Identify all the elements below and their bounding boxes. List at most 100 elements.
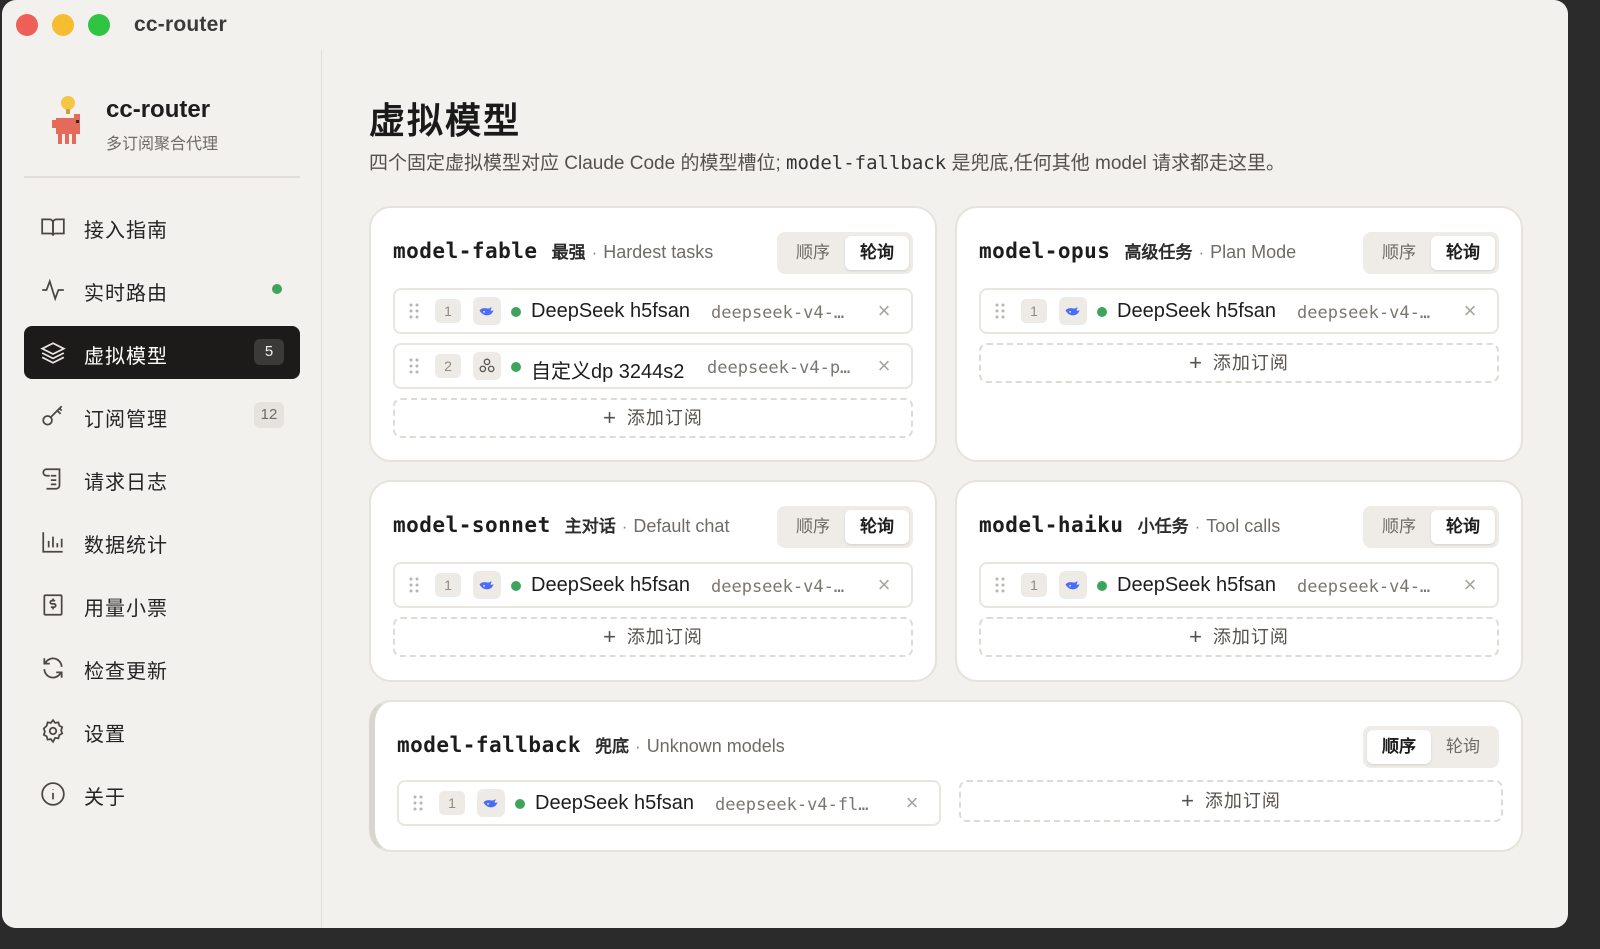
mode-round-robin-button[interactable]: 轮询 — [1431, 730, 1495, 764]
sidebar-item-label: 检查更新 — [84, 661, 168, 683]
drag-handle-icon[interactable] — [409, 302, 419, 320]
add-subscription-label: 添加订阅 — [1204, 791, 1281, 811]
description-text: 四个固定虚拟模型对应 Claude Code 的模型槽位; — [369, 153, 781, 174]
add-subscription-label: 添加订阅 — [626, 408, 703, 428]
model-card-haiku: model-haiku 小任务 · Tool calls 顺序 轮询 1 Dee… — [955, 480, 1523, 682]
page-description: 四个固定虚拟模型对应 Claude Code 的模型槽位; model-fall… — [369, 148, 1285, 175]
add-subscription-button[interactable]: + 添加订阅 — [393, 398, 913, 438]
add-subscription-label: 添加订阅 — [1212, 353, 1289, 373]
minimize-window-button[interactable] — [52, 14, 74, 36]
sidebar-item-live-routing[interactable]: 实时路由 — [24, 263, 300, 316]
mode-toggle: 顺序 轮询 — [1363, 726, 1499, 768]
status-dot — [515, 799, 525, 809]
model-tag: 小任务 — [1137, 517, 1189, 536]
plus-icon: + — [603, 405, 617, 430]
drag-handle-icon[interactable] — [413, 794, 423, 812]
remove-subscription-button[interactable]: × — [873, 355, 895, 377]
sidebar-item-label: 用量小票 — [84, 598, 168, 620]
subscription-model: deepseek-v4-… — [711, 577, 845, 597]
mode-round-robin-button[interactable]: 轮询 — [845, 510, 909, 544]
drag-handle-icon[interactable] — [409, 357, 419, 375]
brand-name: cc-router — [106, 96, 211, 123]
model-description: Hardest tasks — [603, 242, 714, 262]
card-header: model-fable 最强 · Hardest tasks — [393, 238, 713, 263]
key-icon — [42, 405, 63, 426]
subscription-model: deepseek-v4-… — [711, 303, 845, 323]
subscription-model: deepseek-v4-fl… — [715, 795, 869, 815]
mode-order-button[interactable]: 顺序 — [781, 510, 845, 544]
mode-round-robin-button[interactable]: 轮询 — [1431, 510, 1495, 544]
remove-subscription-button[interactable]: × — [1459, 300, 1481, 322]
sidebar-item-usage-receipt[interactable]: 用量小票 — [24, 578, 300, 631]
whale-icon — [479, 306, 494, 316]
model-tag: 最强 — [551, 243, 586, 262]
whale-icon — [1065, 306, 1080, 316]
page-title: 虚拟模型 — [369, 100, 522, 141]
provider-badge — [473, 297, 501, 325]
sidebar-item-about[interactable]: 关于 — [24, 767, 300, 820]
add-subscription-label: 添加订阅 — [626, 627, 703, 647]
add-subscription-button[interactable]: + 添加订阅 — [979, 617, 1499, 657]
mode-round-robin-button[interactable]: 轮询 — [845, 236, 909, 270]
separator: · — [591, 243, 598, 262]
card-header: model-sonnet 主对话 · Default chat — [393, 512, 729, 537]
mode-order-button[interactable]: 顺序 — [1367, 236, 1431, 270]
remove-subscription-button[interactable]: × — [873, 300, 895, 322]
main-content: 虚拟模型 四个固定虚拟模型对应 Claude Code 的模型槽位; model… — [323, 50, 1568, 928]
mode-order-button[interactable]: 顺序 — [1367, 730, 1431, 764]
subscription-name: DeepSeek h5fsan — [531, 574, 691, 596]
subscription-row[interactable]: 1 DeepSeek h5fsan deepseek-v4-… × — [393, 562, 913, 608]
provider-badge — [1059, 571, 1087, 599]
drag-handle-icon[interactable] — [995, 302, 1005, 320]
model-description: Plan Mode — [1210, 242, 1297, 262]
card-header: model-haiku 小任务 · Tool calls — [979, 512, 1280, 537]
subscription-row[interactable]: 1 DeepSeek h5fsan deepseek-v4-… × — [393, 288, 913, 334]
separator: · — [1198, 243, 1205, 262]
mode-order-button[interactable]: 顺序 — [781, 236, 845, 270]
separator: · — [621, 517, 628, 536]
subscription-row[interactable]: 1 DeepSeek h5fsan deepseek-v4-fl… × — [397, 780, 941, 826]
close-window-button[interactable] — [16, 14, 38, 36]
status-dot — [511, 581, 521, 591]
card-header: model-opus 高级任务 · Plan Mode — [979, 238, 1296, 263]
plus-icon: + — [1189, 624, 1203, 649]
subscription-row[interactable]: 1 DeepSeek h5fsan deepseek-v4-… × — [979, 288, 1499, 334]
model-description: Default chat — [633, 516, 730, 536]
whale-icon — [483, 798, 498, 808]
sidebar-item-label: 请求日志 — [84, 472, 168, 494]
sidebar-item-check-updates[interactable]: 检查更新 — [24, 641, 300, 694]
sidebar-item-settings[interactable]: 设置 — [24, 704, 300, 757]
drag-handle-icon[interactable] — [409, 576, 419, 594]
sidebar-item-virtual-models[interactable]: 虚拟模型 5 — [24, 326, 300, 379]
sidebar-item-request-logs[interactable]: 请求日志 — [24, 452, 300, 505]
add-subscription-button[interactable]: + 添加订阅 — [959, 780, 1503, 822]
mode-round-robin-button[interactable]: 轮询 — [1431, 236, 1495, 270]
remove-subscription-button[interactable]: × — [1459, 574, 1481, 596]
remove-subscription-button[interactable]: × — [873, 574, 895, 596]
sidebar-item-subscriptions[interactable]: 订阅管理 12 — [24, 389, 300, 442]
subscription-model: deepseek-v4-… — [1297, 577, 1431, 597]
priority-number: 1 — [435, 573, 461, 597]
refresh-icon — [43, 657, 63, 679]
brand: cc-router 多订阅聚合代理 — [38, 94, 298, 156]
sidebar-item-guide[interactable]: 接入指南 — [24, 200, 300, 253]
subscription-row[interactable]: 1 DeepSeek h5fsan deepseek-v4-… × — [979, 562, 1499, 608]
zoom-window-button[interactable] — [88, 14, 110, 36]
gear-icon — [42, 718, 64, 744]
priority-number: 1 — [1021, 573, 1047, 597]
sidebar-item-statistics[interactable]: 数据统计 — [24, 515, 300, 568]
remove-subscription-button[interactable]: × — [901, 792, 923, 814]
provider-badge — [473, 571, 501, 599]
priority-number: 2 — [435, 354, 461, 378]
plus-icon: + — [1189, 350, 1203, 375]
title-bar: cc-router — [2, 0, 1568, 50]
drag-handle-icon[interactable] — [995, 576, 1005, 594]
mode-order-button[interactable]: 顺序 — [1367, 510, 1431, 544]
add-subscription-button[interactable]: + 添加订阅 — [979, 343, 1499, 383]
sidebar-item-label: 虚拟模型 — [84, 346, 168, 368]
subscription-row[interactable]: 2 自定义dp 3244s2 deepseek-v4-p… × — [393, 343, 913, 389]
description-code: model-fallback — [786, 152, 947, 174]
model-card-opus: model-opus 高级任务 · Plan Mode 顺序 轮询 1 Deep… — [955, 206, 1523, 462]
brand-subtitle: 多订阅聚合代理 — [106, 136, 219, 153]
add-subscription-button[interactable]: + 添加订阅 — [393, 617, 913, 657]
